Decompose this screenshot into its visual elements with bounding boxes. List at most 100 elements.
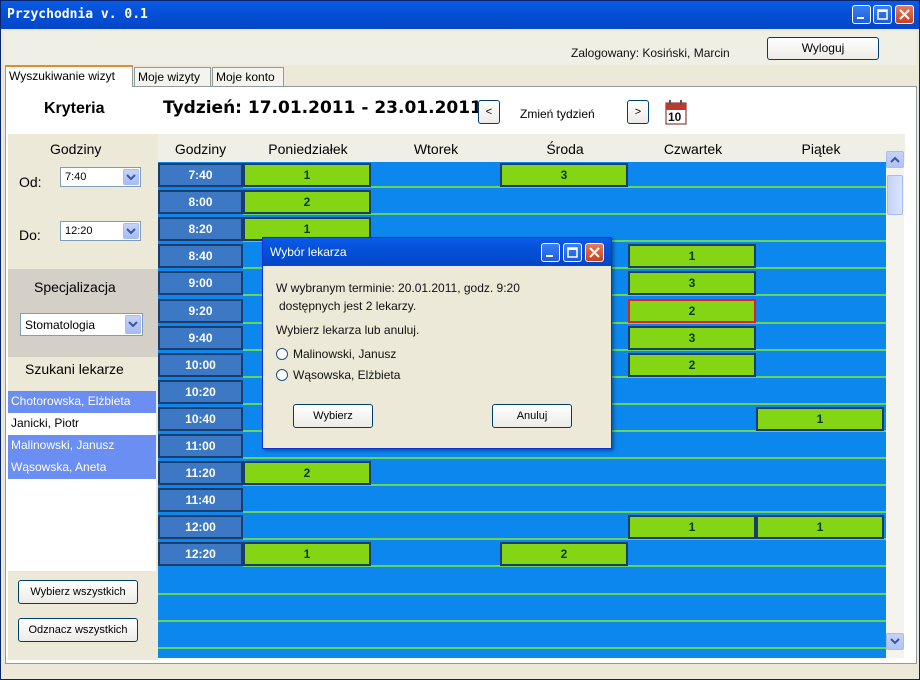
grid-line [243,511,886,514]
hour-cell: 8:00 [158,190,243,215]
hour-cell: 8:40 [158,244,243,269]
grid-line [158,619,886,622]
column-header: Poniedziałek [268,141,348,157]
column-header: Wtorek [413,141,459,157]
list-item[interactable]: Malinowski, Janusz [8,435,156,457]
prev-week-button[interactable]: < [478,100,500,124]
hours-title: Godziny [50,141,102,157]
from-hour-value: 7:40 [65,171,87,183]
dialog-line-2: dostępnych jest 2 lekarzy. [279,299,417,313]
hour-cell: 9:40 [158,325,243,350]
close-button[interactable] [895,5,914,24]
appointment-slot[interactable]: 2 [628,298,756,323]
hour-cell: 11:00 [158,434,243,458]
appointment-slot[interactable]: 2 [500,542,628,567]
list-item[interactable]: Chotorowska, Elżbieta [8,391,156,413]
dialog-title-bar: Wybór lekarza [263,238,611,266]
hour-cell: 10:40 [158,406,243,431]
tab-my-visits[interactable]: Moje wizyty [134,67,211,86]
column-header: Środa [546,141,584,157]
hour-cell: 8:20 [158,217,243,242]
calendar-day: 10 [668,110,682,124]
logout-button[interactable]: Wyloguj [767,37,879,60]
appointment-slot[interactable]: 2 [243,461,371,486]
chevron-down-icon[interactable] [123,223,139,239]
specialization-title: Specjalizacja [34,279,116,295]
appointment-slot[interactable]: 3 [500,163,628,187]
maximize-icon [877,9,888,20]
appointment-slot[interactable]: 1 [628,515,756,540]
appointment-slot[interactable]: 1 [628,244,756,269]
scroll-up-button[interactable] [886,151,904,168]
logged-in-label: Zalogowany: Kosiński, Marcin [571,46,730,60]
appointment-slot[interactable]: 1 [756,406,884,431]
hour-cell: 11:40 [158,488,243,513]
dialog-maximize-button[interactable] [563,243,582,262]
appointment-slot[interactable]: 2 [628,352,756,377]
appointment-slot[interactable]: 1 [243,542,371,567]
chevron-down-icon[interactable] [123,169,139,185]
grid-line [158,592,886,595]
week-label: Tydzień: 17.01.2011 - 23.01.2011 [163,98,482,118]
grid-line [158,646,886,649]
appointment-slot[interactable]: 1 [756,515,884,540]
dialog-minimize-button[interactable] [541,243,560,262]
from-hour-select[interactable]: 7:40 [60,167,141,187]
radio-malinowski[interactable] [276,348,288,360]
column-header: Piątek [801,141,841,157]
change-week-label: Zmień tydzień [520,107,595,121]
schedule-scrollbar[interactable] [886,151,904,658]
tab-search-visits[interactable]: Wyszukiwanie wizyt [5,65,133,87]
scroll-thumb[interactable] [887,175,903,215]
schedule-header: Godziny Poniedziałek Wtorek Środa Czwart… [158,134,905,162]
hour-cell: 9:20 [158,298,243,323]
specialization-value: Stomatologia [25,318,96,332]
minimize-button[interactable] [852,5,871,24]
deselect-all-button[interactable]: Odznacz wszystkich [18,618,138,642]
calendar-icon[interactable]: 10 [665,100,687,125]
cancel-button[interactable]: Anuluj [492,404,572,428]
hour-cell: 12:20 [158,542,243,567]
appointment-slot[interactable]: 3 [628,271,756,296]
to-hour-select[interactable]: 12:20 [60,221,141,241]
close-icon [589,247,600,258]
scroll-down-button[interactable] [886,633,904,650]
appointment-slot[interactable]: 1 [243,163,371,187]
hour-cell: 12:00 [158,515,243,540]
maximize-icon [567,247,578,258]
list-item[interactable]: Wąsowska, Aneta [8,457,156,479]
column-header: Czwartek [663,141,723,157]
radio-wasowska[interactable] [276,369,288,381]
select-all-button[interactable]: Wybierz wszystkich [18,580,138,604]
radio-label[interactable]: Malinowski, Janusz [293,347,396,361]
app-window: Przychodnia v. 0.1 Zalogowany: Kosiński,… [0,0,920,680]
column-header: Godziny [174,141,227,157]
title-bar: Przychodnia v. 0.1 [1,1,919,29]
tab-my-account[interactable]: Moje konto [212,67,284,86]
radio-label[interactable]: Wąsowska, Elżbieta [293,368,400,382]
maximize-button[interactable] [873,5,892,24]
to-hour-value: 12:20 [65,225,93,237]
dialog-line-1: W wybranym terminie: 20.01.2011, godz. 9… [276,281,520,295]
chevron-down-icon[interactable] [125,315,141,334]
hour-cell: 7:40 [158,163,243,187]
doctors-list[interactable]: Chotorowska, Elżbieta Janicki, Piotr Mal… [8,391,156,479]
minimize-icon [857,17,864,19]
dialog-line-3: Wybierz lekarza lub anuluj. [276,323,420,337]
close-icon [899,9,910,20]
from-label: Od: [19,174,42,190]
choose-button[interactable]: Wybierz [293,404,373,428]
doctor-choice-dialog: Wybór lekarza W wybranym terminie: 20.01… [262,237,612,449]
list-item[interactable]: Janicki, Piotr [8,413,156,435]
specialization-select[interactable]: Stomatologia [20,313,143,336]
dialog-close-button[interactable] [585,243,604,262]
appointment-slot[interactable]: 2 [243,190,371,215]
to-label: Do: [19,227,41,243]
hour-cell: 11:20 [158,461,243,486]
criteria-title: Kryteria [44,100,105,117]
hour-cell: 10:00 [158,352,243,377]
hour-cell: 9:00 [158,271,243,296]
appointment-slot[interactable]: 3 [628,325,756,350]
minimize-icon [546,255,553,257]
next-week-button[interactable]: > [627,100,649,124]
